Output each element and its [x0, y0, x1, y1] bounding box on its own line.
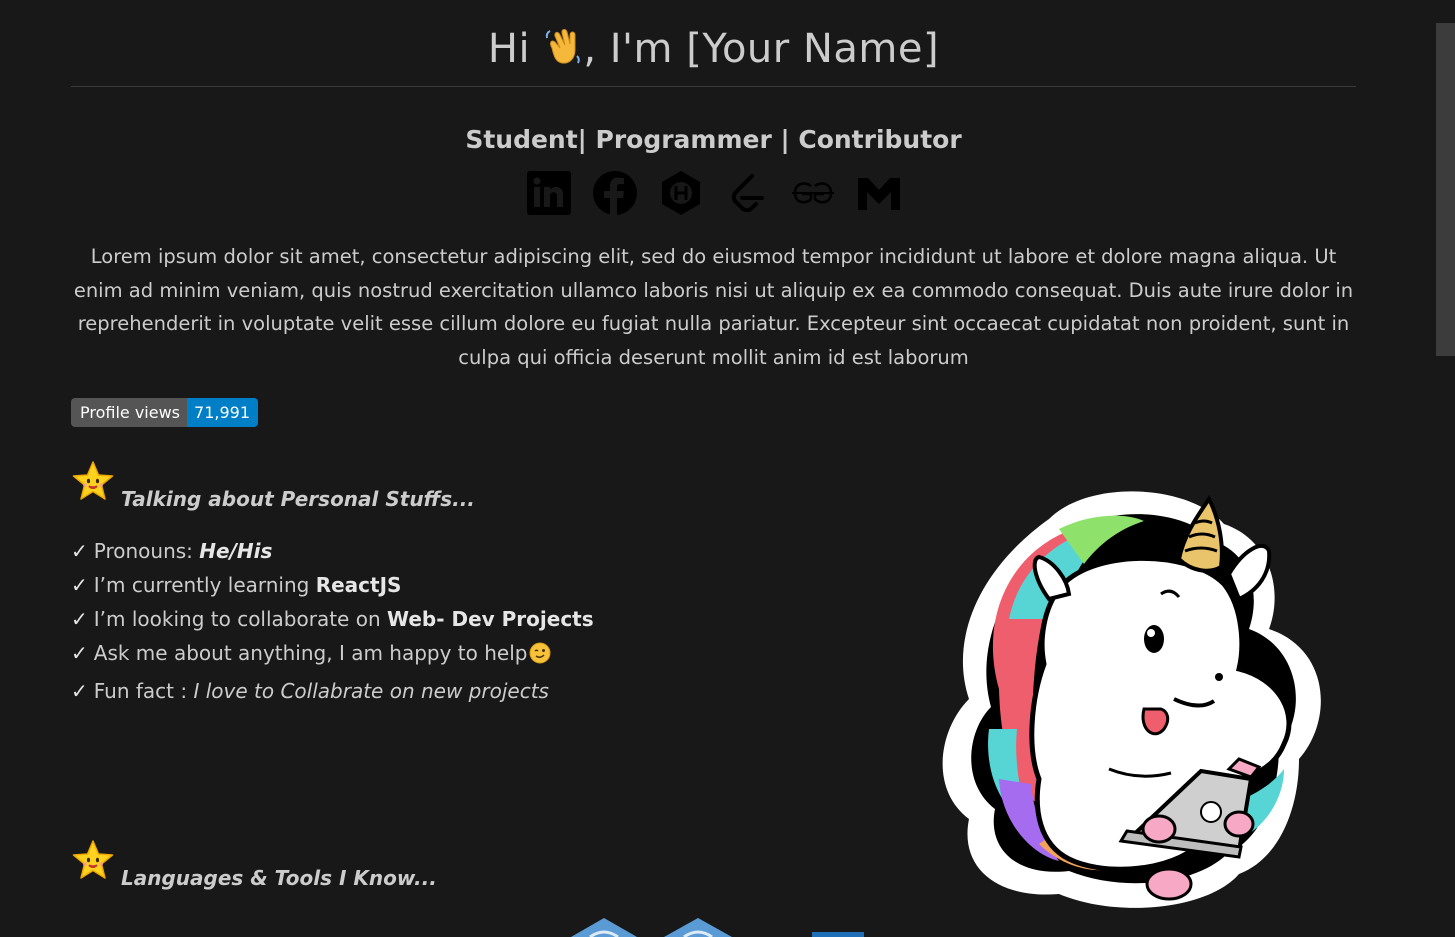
- list-item-text: Fun fact :: [93, 679, 194, 703]
- leetcode-icon[interactable]: [724, 170, 770, 216]
- badge-value: 71,991: [187, 398, 258, 427]
- list-item-text: I’m looking to collaborate on: [93, 607, 387, 631]
- check-icon: ✓: [71, 641, 88, 665]
- profile-views-badge: Profile views 71,991: [71, 398, 258, 427]
- title-divider: [71, 86, 1356, 87]
- page: Hi , I'm [Your Name] Student| Programmer…: [0, 0, 1455, 937]
- greeting-text: Hi: [487, 26, 544, 72]
- facebook-icon[interactable]: [592, 170, 638, 216]
- list-item-text: Ask me about anything, I am happy to hel…: [93, 641, 528, 665]
- list-item-strong: ReactJS: [315, 573, 402, 597]
- geeksforgeeks-icon[interactable]: [790, 170, 836, 216]
- hashnode-icon[interactable]: [658, 170, 704, 216]
- waving-hand-icon: [543, 26, 583, 78]
- list-item-strong: He/His: [199, 539, 273, 563]
- about-paragraph: Lorem ipsum dolor sit amet, consectetur …: [73, 245, 1354, 369]
- badge-label: Profile views: [71, 398, 188, 427]
- social-links: [71, 168, 1356, 218]
- unicorn-illustration: [939, 479, 1329, 915]
- check-icon: ✓: [71, 539, 88, 563]
- personal-heading-text: Talking about Personal Stuffs...: [121, 487, 475, 511]
- scrollbar-thumb[interactable]: [1436, 23, 1455, 356]
- star-icon: [71, 839, 115, 888]
- languages-heading-text: Languages & Tools I Know...: [121, 866, 437, 890]
- check-icon: ✓: [71, 607, 88, 631]
- list-item-italic: I love to Collabrate on new projects: [193, 679, 549, 703]
- gmail-icon[interactable]: [856, 170, 902, 216]
- languages-section-heading: Languages & Tools I Know...: [71, 839, 437, 890]
- page-title: Hi , I'm [Your Name]: [71, 0, 1356, 86]
- check-icon: ✓: [71, 679, 88, 703]
- tools-icons-row: [0, 912, 1455, 937]
- winking-face-icon: [529, 640, 551, 674]
- name-text: , I'm [Your Name]: [583, 26, 940, 72]
- linkedin-icon[interactable]: [526, 170, 572, 216]
- star-icon: [71, 460, 115, 509]
- check-icon: ✓: [71, 573, 88, 597]
- list-item-text: I’m currently learning: [93, 573, 316, 597]
- list-item-strong: Web- Dev Projects: [386, 607, 594, 631]
- subtitle: Student| Programmer | Contributor: [465, 125, 962, 154]
- list-item-text: Pronouns:: [93, 539, 200, 563]
